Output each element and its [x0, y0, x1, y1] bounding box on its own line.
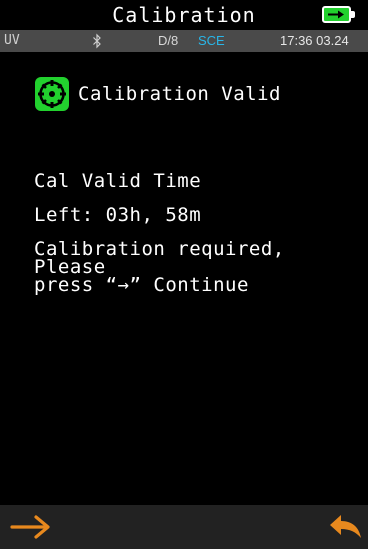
footer-bar [0, 505, 368, 549]
return-arrow-icon[interactable] [326, 511, 364, 543]
geometry-label: D/8 [158, 33, 179, 48]
light-source-label: UV [4, 33, 20, 48]
arrow-right-icon[interactable] [8, 511, 56, 543]
calibration-instruction: press “→” Continue [34, 274, 249, 296]
time-left-value: Left: 03h, 58m [34, 204, 202, 226]
calibration-valid-icon [35, 77, 69, 111]
device-screen: Calibration UV D/8 SCE 17:36 03.24 Calib… [0, 0, 368, 549]
bluetooth-icon [92, 33, 102, 56]
measure-mode-label: SCE [198, 33, 225, 48]
calibration-status: Calibration Valid [34, 76, 281, 112]
title-bar: Calibration [0, 0, 368, 30]
page-title: Calibration [112, 3, 256, 27]
calibration-status-text: Calibration Valid [78, 83, 281, 105]
valid-time-label: Cal Valid Time [34, 170, 202, 192]
clock: 17:36 03.24 [280, 33, 349, 48]
status-bar: UV D/8 SCE 17:36 03.24 [0, 30, 368, 52]
battery-charging-icon [322, 6, 355, 23]
